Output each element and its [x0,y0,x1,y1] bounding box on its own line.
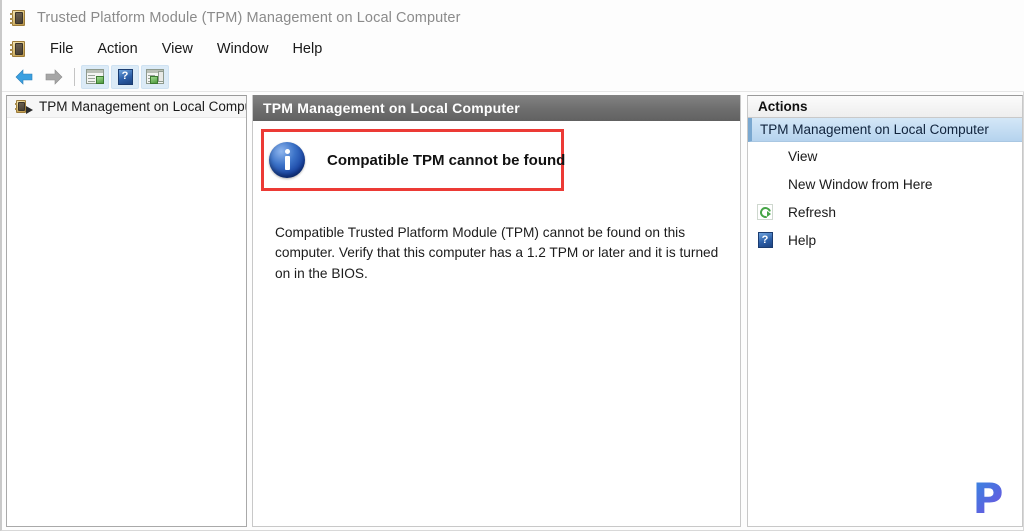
action-item-label: View [788,148,818,164]
toolbar: ? [2,62,1024,92]
show-console-tree-button[interactable] [81,64,109,89]
tpm-chip-icon [10,9,28,27]
action-item-new-window-from-here[interactable]: New Window from Here [748,170,1022,198]
action-item-view[interactable]: View [748,142,1022,170]
menu-item-file[interactable]: File [38,39,85,59]
console-tree-pane: TPM Management on Local Compu [6,95,247,527]
help-icon: ? [117,68,133,85]
menu-tpm-chip-icon [10,40,28,58]
back-button[interactable] [10,65,38,89]
content-header-title: TPM Management on Local Computer [263,100,520,116]
actions-section-header[interactable]: TPM Management on Local Computer [748,118,1022,142]
message-title: Compatible TPM cannot be found [327,151,566,169]
menu-item-action[interactable]: Action [85,39,149,59]
window-title: Trusted Platform Module (TPM) Management… [37,10,461,26]
message-body: Compatible Trusted Platform Module (TPM)… [275,225,719,281]
watermark-logo: P [965,476,1011,522]
title-bar: Trusted Platform Module (TPM) Management… [2,0,1024,36]
export-list-icon [146,69,164,84]
tpm-management-window: Trusted Platform Module (TPM) Management… [0,0,1024,531]
export-list-button[interactable] [141,64,169,89]
refresh-icon [756,203,774,221]
info-icon [269,142,305,178]
forward-arrow-icon [44,68,64,85]
menu-item-view[interactable]: View [150,39,205,59]
action-item-refresh[interactable]: Refresh [748,198,1022,226]
tree-item-label: TPM Management on Local Compu [39,99,246,114]
content-header: TPM Management on Local Computer [253,95,740,121]
help-button[interactable]: ? [111,64,139,89]
content-pane: TPM Management on Local Computer Compati… [252,95,741,527]
action-item-help[interactable]: ? Help [748,226,1022,254]
actions-section-label: TPM Management on Local Computer [760,122,989,137]
console-tree-icon [86,69,104,84]
help-icon: ? [756,231,774,249]
menu-bar: File Action View Window Help [2,36,1024,62]
actions-pane-header: Actions [748,96,1022,118]
actions-header-title: Actions [758,99,808,114]
actions-pane: Actions TPM Management on Local Computer… [747,95,1023,527]
message-row: Compatible TPM cannot be found [269,137,565,183]
toolbar-separator [74,67,75,86]
action-item-label: Refresh [788,204,836,220]
back-arrow-icon [14,68,34,85]
action-item-label: New Window from Here [788,176,933,192]
menu-item-window[interactable]: Window [205,39,281,59]
forward-button[interactable] [40,65,68,89]
menu-item-help[interactable]: Help [280,39,334,59]
content-body: Compatible TPM cannot be found Compatibl… [253,121,740,526]
tree-item-tpm-management[interactable]: TPM Management on Local Compu [7,96,246,118]
action-item-label: Help [788,232,817,248]
tpm-node-icon [15,99,33,114]
